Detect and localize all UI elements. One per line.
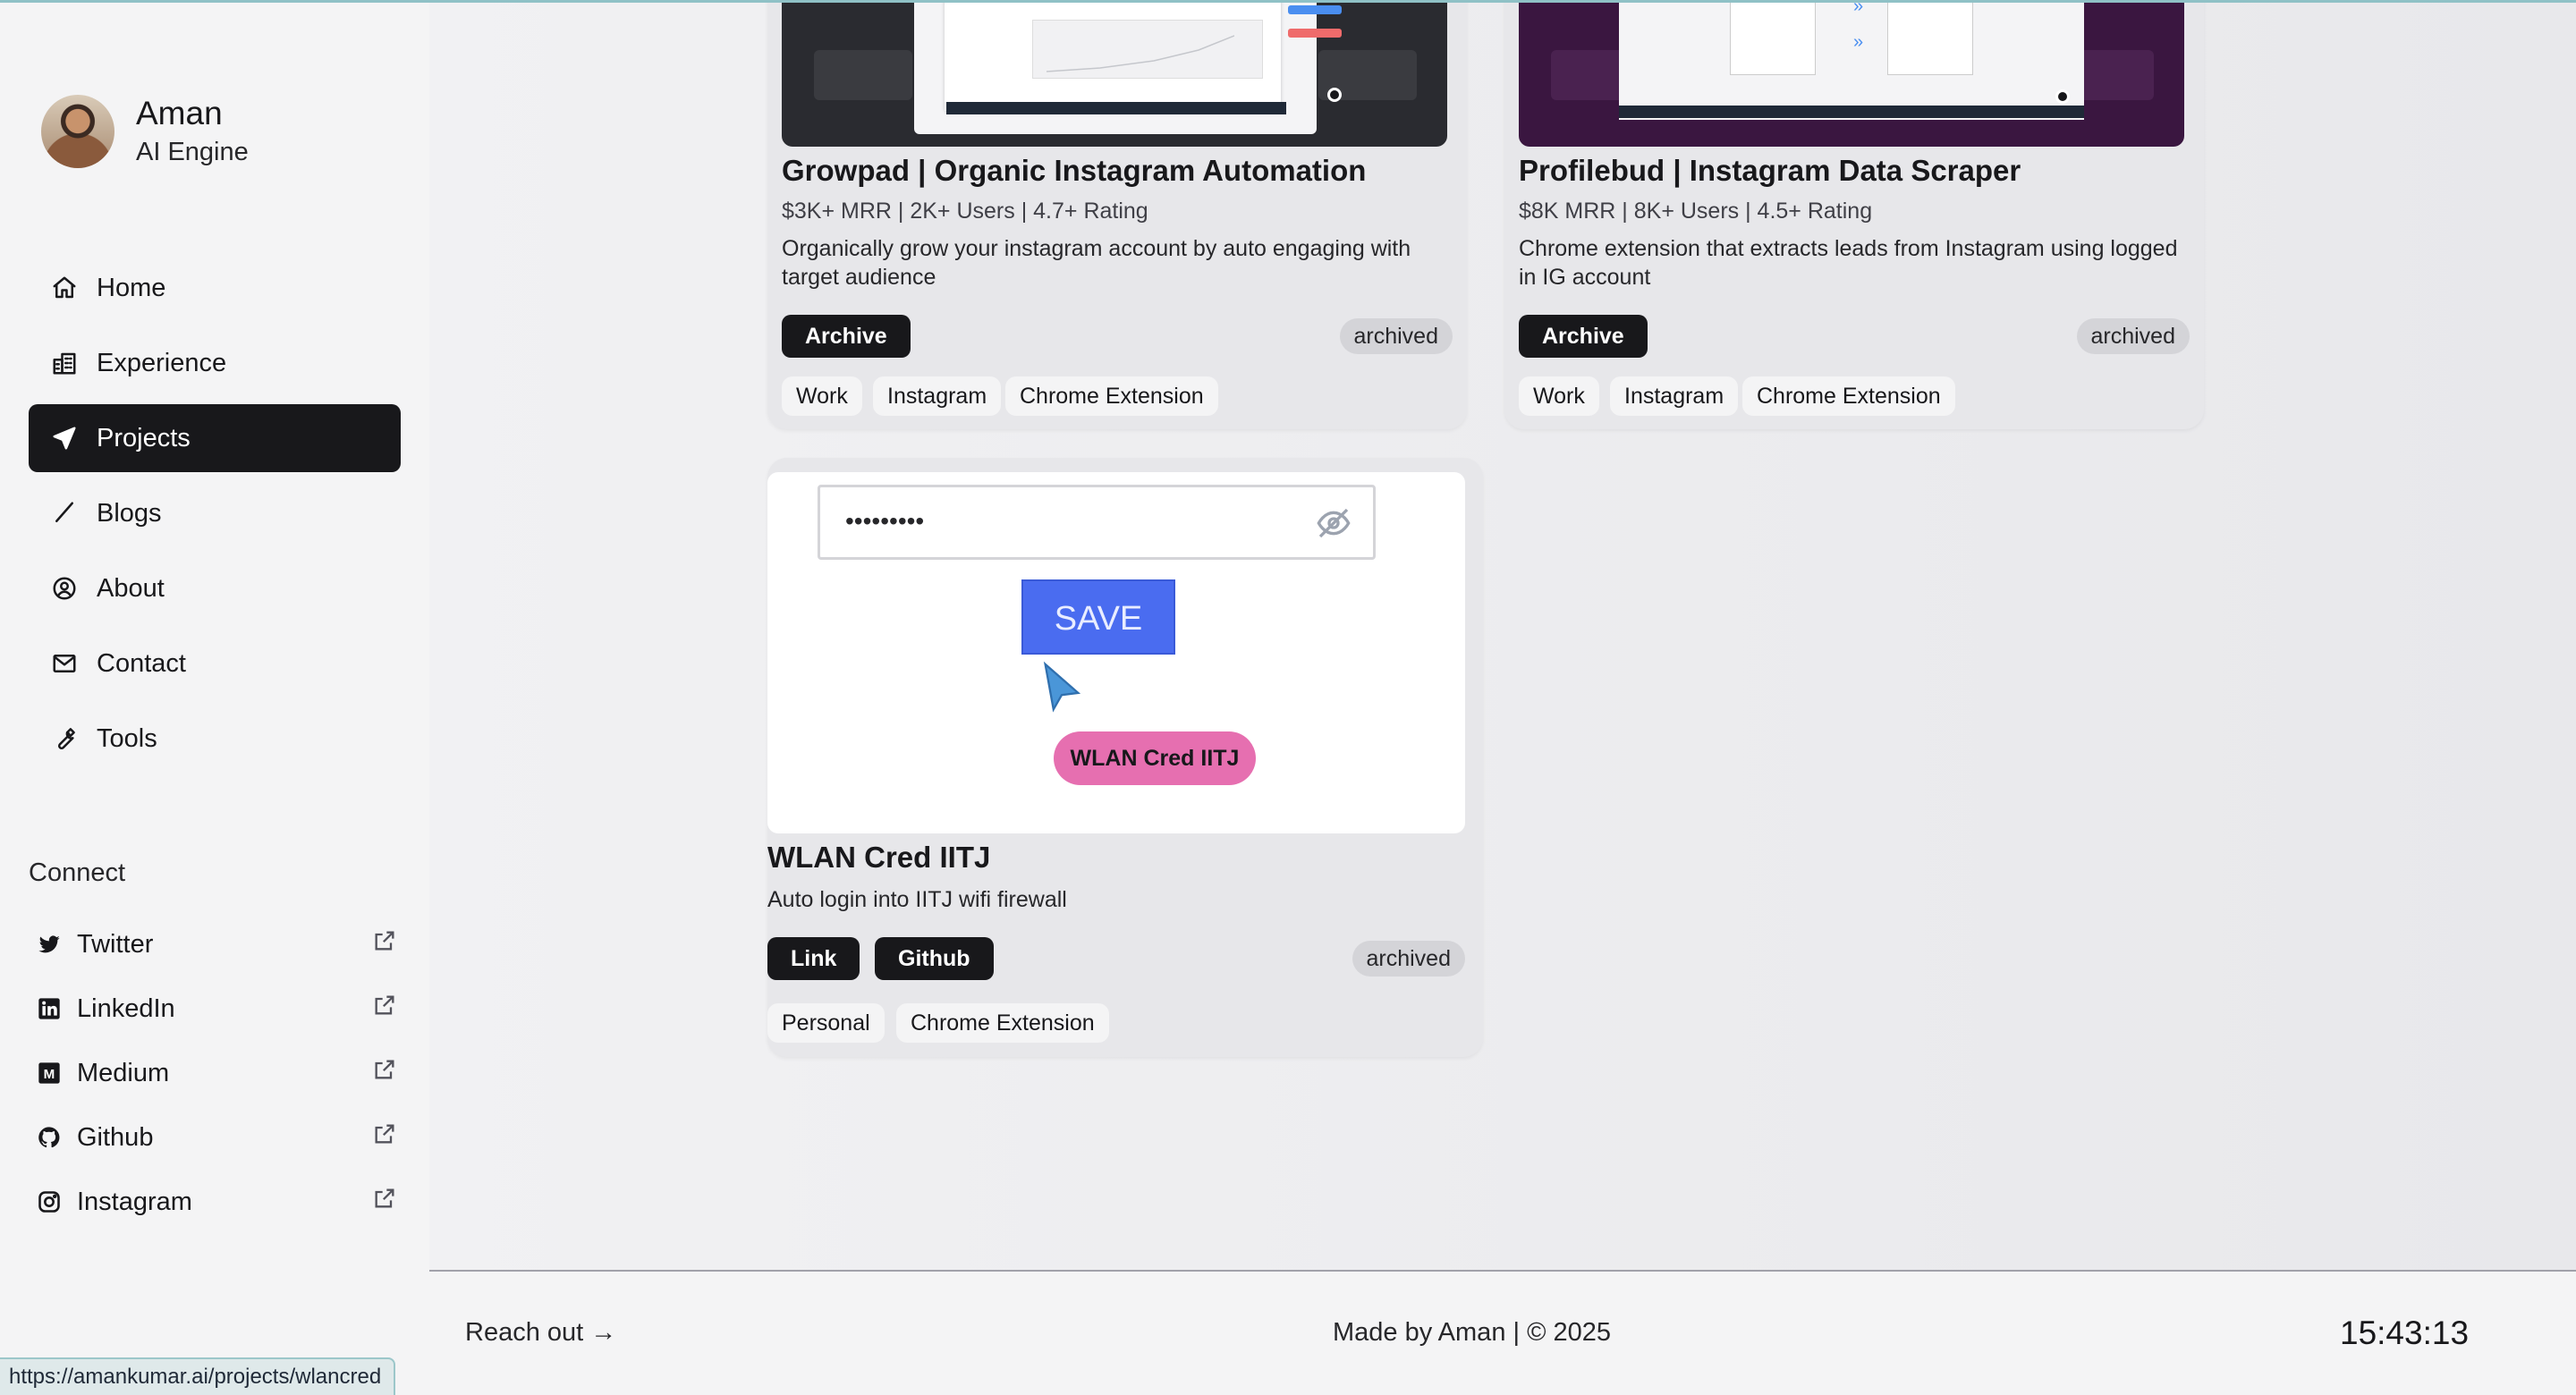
sidebar-nav: Home Experience Projects Blogs About Con… [29,254,401,780]
social-links: Twitter LinkedIn M Medium Github Instagr… [36,912,397,1234]
project-meta: $8K MRR | 8K+ Users | 4.5+ Rating [1519,199,1873,224]
project-description: Auto login into IITJ wifi firewall [767,887,1067,912]
project-card-profilebud[interactable]: » » Profilebud | Instagram Data Scraper … [1504,0,2204,429]
preview-save-button: SAVE [1021,579,1175,655]
sidebar-item-label: Contact [97,648,186,678]
project-card-growpad[interactable]: Growpad | Organic Instagram Automation $… [767,0,1467,429]
external-link-icon [372,1121,397,1154]
sidebar-item-label: Projects [97,423,191,452]
avatar [41,95,114,168]
pencil-icon [50,499,79,528]
sidebar-item-label: About [97,573,165,603]
mail-icon [50,649,79,678]
social-link-twitter[interactable]: Twitter [36,912,397,976]
social-label: Instagram [77,1187,192,1216]
wrench-icon [50,724,79,753]
eye-off-icon [1316,505,1352,545]
github-button[interactable]: Github [875,937,994,980]
project-thumbnail[interactable] [782,0,1447,147]
footer-clock: 15:43:13 [2340,1315,2470,1351]
project-description: Organically grow your instagram account … [782,236,1411,290]
tag-work: Work [782,376,862,416]
profile-role: AI Engine [136,138,249,166]
sidebar: Aman AI Engine Home Experience Projects [0,0,429,1395]
link-button[interactable]: Link [767,937,860,980]
user-circle-icon [50,574,79,603]
preview-pill-label: WLAN Cred IITJ [1054,731,1256,785]
project-thumbnail[interactable]: » » [1519,0,2184,147]
twitter-icon [36,931,63,958]
project-title[interactable]: Growpad | Organic Instagram Automation [782,154,1366,188]
sidebar-item-home[interactable]: Home [29,254,401,322]
home-icon [50,274,79,302]
tag-chrome-extension: Chrome Extension [896,1003,1109,1043]
cursor-arrow-icon [1041,660,1082,718]
connect-heading: Connect [29,858,126,887]
tag-chrome-extension: Chrome Extension [1742,376,1955,416]
reach-out-link[interactable]: Reach out → [465,1318,616,1348]
footer: Reach out → Made by Aman | © 2025 15:43:… [429,1270,2576,1395]
tag-instagram: Instagram [873,376,1002,416]
status-bar-url: https://amankumar.ai/projects/wlancred [0,1357,396,1395]
external-link-icon [372,1057,397,1089]
project-title[interactable]: WLAN Cred IITJ [767,841,990,875]
social-link-medium[interactable]: M Medium [36,1041,397,1105]
sidebar-item-label: Experience [97,348,227,377]
sidebar-item-projects[interactable]: Projects [29,404,401,472]
footer-credit: Made by Aman | © 2025 [1333,1318,1612,1347]
linkedin-icon [36,995,63,1022]
external-link-icon [372,1186,397,1218]
project-thumbnail[interactable]: ••••••••• SAVE WLAN Cred IITJ [767,472,1465,833]
social-label: LinkedIn [77,993,175,1023]
status-badge: archived [2076,318,2190,354]
social-link-instagram[interactable]: Instagram [36,1170,397,1234]
external-link-icon [372,993,397,1025]
navigation-arrow-icon [50,424,79,452]
preview-password-mask: ••••••••• [845,507,925,535]
tag-personal: Personal [767,1003,885,1043]
social-link-github[interactable]: Github [36,1105,397,1170]
medium-icon: M [36,1060,63,1086]
project-meta: $3K+ MRR | 2K+ Users | 4.7+ Rating [782,199,1148,224]
preview-password-field: ••••••••• [818,485,1376,560]
profile-name: Aman [136,95,223,131]
building-icon [50,349,79,377]
external-link-icon [372,928,397,960]
sidebar-item-label: Tools [97,723,157,753]
project-card-wlan-cred[interactable]: ••••••••• SAVE WLAN Cred IITJ WLAN Cred … [767,458,1483,1057]
status-badge: archived [1339,318,1453,354]
project-title[interactable]: Profilebud | Instagram Data Scraper [1519,154,2021,188]
social-label: Github [77,1122,154,1152]
browser-top-line [0,0,2576,3]
sidebar-item-label: Blogs [97,498,162,528]
profile[interactable]: Aman AI Engine [41,93,249,170]
tag-instagram: Instagram [1610,376,1739,416]
github-icon [36,1124,63,1151]
instagram-icon [36,1188,63,1215]
sidebar-item-experience[interactable]: Experience [29,329,401,397]
svg-text:M: M [44,1067,55,1082]
sidebar-item-label: Home [97,273,166,302]
sidebar-item-contact[interactable]: Contact [29,630,401,698]
social-label: Twitter [77,929,154,959]
archive-button[interactable]: Archive [782,315,911,358]
archive-button[interactable]: Archive [1519,315,1648,358]
sidebar-item-about[interactable]: About [29,554,401,622]
tag-work: Work [1519,376,1599,416]
sidebar-item-blogs[interactable]: Blogs [29,479,401,547]
sidebar-item-tools[interactable]: Tools [29,705,401,773]
status-badge: archived [1352,941,1465,976]
projects-main: Growpad | Organic Instagram Automation $… [429,0,2576,1270]
project-description: Chrome extension that extracts leads fro… [1519,236,2178,290]
social-link-linkedin[interactable]: LinkedIn [36,976,397,1041]
social-label: Medium [77,1058,170,1087]
tag-chrome-extension: Chrome Extension [1005,376,1218,416]
